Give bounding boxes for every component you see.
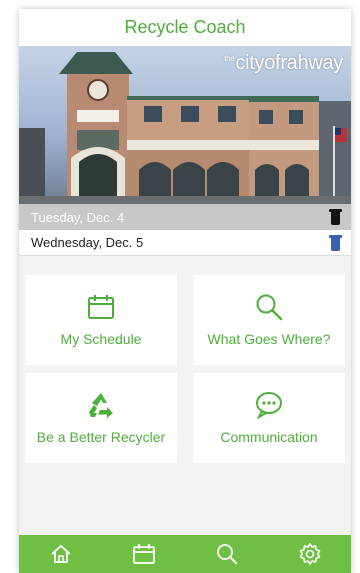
app-title: Recycle Coach: [124, 17, 246, 37]
tile-label: Be a Better Recycler: [36, 429, 166, 445]
tile-label: Communication: [220, 429, 318, 445]
feature-grid: My Schedule What Goes Where? Be a Better…: [25, 275, 345, 463]
bottom-navigation: [19, 535, 351, 573]
schedule-day-label: Wednesday, Dec. 5: [31, 235, 144, 250]
city-logo: thecityofrahway: [224, 52, 343, 74]
my-schedule-button[interactable]: My Schedule: [25, 275, 177, 365]
recycling-bin-icon: [329, 234, 342, 251]
calendar-icon: [87, 293, 115, 321]
gear-icon[interactable]: [290, 539, 330, 569]
recycle-icon: [86, 391, 116, 419]
chat-bubble-icon: [254, 391, 284, 419]
home-icon[interactable]: [41, 539, 81, 569]
app-header: Recycle Coach: [19, 9, 351, 46]
trash-bin-icon: [329, 209, 342, 225]
search-icon[interactable]: [207, 539, 247, 569]
tile-label: What Goes Where?: [207, 331, 331, 347]
schedule-row-upcoming[interactable]: Wednesday, Dec. 5: [19, 230, 351, 256]
tile-label: My Schedule: [60, 331, 142, 347]
better-recycler-button[interactable]: Be a Better Recycler: [25, 373, 177, 463]
app-screen: Recycle Coach thecityofrahway Tuesday, D…: [19, 9, 351, 573]
what-goes-where-button[interactable]: What Goes Where?: [193, 275, 345, 365]
city-banner: thecityofrahway: [19, 46, 351, 204]
communication-button[interactable]: Communication: [193, 373, 345, 463]
schedule-row-past[interactable]: Tuesday, Dec. 4: [19, 204, 351, 230]
calendar-icon[interactable]: [124, 539, 164, 569]
schedule-day-label: Tuesday, Dec. 4: [31, 209, 125, 225]
search-icon: [255, 293, 283, 321]
